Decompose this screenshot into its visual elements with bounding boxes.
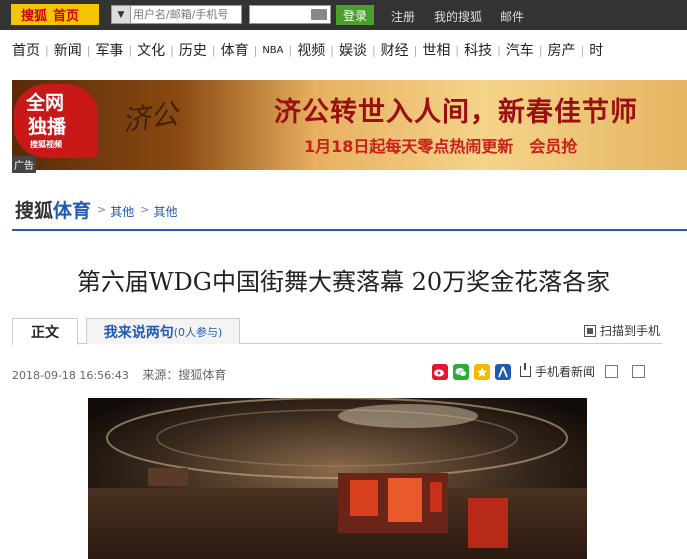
article-source: 来源：搜狐体育 <box>142 368 227 382</box>
weibo-icon[interactable] <box>432 363 448 380</box>
home-link[interactable]: 首页 <box>53 5 79 24</box>
article-title: 第六届WDG中国街舞大赛落幕 20万奖金花落各家 <box>76 268 611 296</box>
nav-item-finance[interactable]: 财经 <box>381 40 409 60</box>
top-bar: 搜狐 首页 ▼ 登录 注册 我的搜狐 邮件 <box>0 0 687 30</box>
article-meta: 2018-09-18 16:56:43 来源：搜狐体育 <box>12 366 226 383</box>
breadcrumb-crumb-1[interactable]: 其他 <box>110 203 134 220</box>
breadcrumb-divider <box>12 229 687 231</box>
chevron-right-icon: > <box>140 203 150 216</box>
nav-item-tech[interactable]: 科技 <box>464 40 492 60</box>
keyboard-icon[interactable] <box>311 9 327 20</box>
register-link[interactable]: 注册 <box>391 8 415 25</box>
tab-comments[interactable]: 我来说两句 (0人参与) <box>86 318 240 344</box>
channel-nav: 首页 | 新闻 | 军事 | 文化 | 历史 | 体育 | NBA | 视频 | 娱谈 | 财经 |… <box>0 38 687 62</box>
renren-icon[interactable] <box>495 363 511 380</box>
article-date: 2018-09-18 16:56:43 <box>12 369 129 382</box>
nav-item-nba[interactable]: NBA <box>262 45 283 56</box>
breadcrumb-crumb-2[interactable]: 其他 <box>153 203 177 220</box>
banner-badge: 全网 独播 搜狐视频 <box>14 84 98 158</box>
nav-item-fashion[interactable]: 时 <box>589 40 603 60</box>
badge-line-2: 独播 <box>28 116 67 138</box>
account-field: ▼ <box>111 5 242 24</box>
nav-item-realestate[interactable]: 房产 <box>548 40 576 60</box>
nav-item-military[interactable]: 军事 <box>95 40 123 60</box>
download-icon <box>520 363 531 377</box>
my-sohu-link[interactable]: 我的搜狐 <box>434 8 482 25</box>
breadcrumb: 搜狐 体育 > 其他 > 其他 <box>15 196 178 223</box>
nav-item-entertainment[interactable]: 娱谈 <box>339 40 367 60</box>
logo-text: 搜狐 <box>21 9 48 24</box>
mail-link[interactable]: 邮件 <box>500 8 524 25</box>
tab-comments-count: (0人参与) <box>173 325 223 339</box>
tab-main-text[interactable]: 正文 <box>12 318 78 345</box>
banner-calligraphy: 济公 <box>120 97 181 138</box>
scan-to-phone[interactable]: 扫描到手机 <box>584 322 660 339</box>
qr-icon <box>584 324 596 337</box>
banner-headline: 济公转世入人间，新春佳节师 <box>274 97 638 128</box>
nav-item-auto[interactable]: 汽车 <box>506 40 534 60</box>
tab-comments-label: 我来说两句 <box>103 324 174 341</box>
nav-item-world[interactable]: 世相 <box>422 40 450 60</box>
sohu-logo[interactable]: 搜狐 首页 <box>11 4 99 25</box>
nav-item-video[interactable]: 视频 <box>297 40 325 60</box>
image-icon[interactable] <box>605 365 619 378</box>
login-button[interactable]: 登录 <box>336 5 374 25</box>
article-photo <box>88 398 587 559</box>
password-input[interactable] <box>249 5 331 24</box>
qzone-icon[interactable] <box>474 363 490 380</box>
share-bar: 手机看新闻 <box>432 363 646 380</box>
nav-item-culture[interactable]: 文化 <box>137 40 165 60</box>
arena-image <box>88 398 587 559</box>
mobile-news-label: 手机看新闻 <box>535 365 596 379</box>
banner-subline: 1月18日起每天零点热闹更新 会员抢 <box>304 137 578 156</box>
nav-item-history[interactable]: 历史 <box>179 40 207 60</box>
account-dropdown-arrow-icon[interactable]: ▼ <box>112 6 131 23</box>
print-icon[interactable] <box>632 365 646 378</box>
scan-label: 扫描到手机 <box>600 324 661 338</box>
nav-item-news[interactable]: 新闻 <box>54 40 82 60</box>
breadcrumb-section[interactable]: 体育 <box>53 196 91 223</box>
badge-line-1: 全网 <box>26 92 65 114</box>
nav-item-home[interactable]: 首页 <box>12 40 40 60</box>
banner-ad[interactable]: 全网 独播 搜狐视频 济公 济公转世入人间，新春佳节师 1月18日起每天零点热闹… <box>12 80 687 170</box>
account-input[interactable] <box>131 6 241 23</box>
mobile-news-link[interactable]: 手机看新闻 <box>520 363 595 380</box>
breadcrumb-site[interactable]: 搜狐 <box>15 196 53 223</box>
chevron-right-icon: > <box>97 203 107 216</box>
nav-item-sports[interactable]: 体育 <box>221 40 249 60</box>
wechat-icon[interactable] <box>453 363 469 380</box>
ad-label: 广告 <box>12 156 36 173</box>
badge-line-3: 搜狐视频 <box>30 140 62 149</box>
